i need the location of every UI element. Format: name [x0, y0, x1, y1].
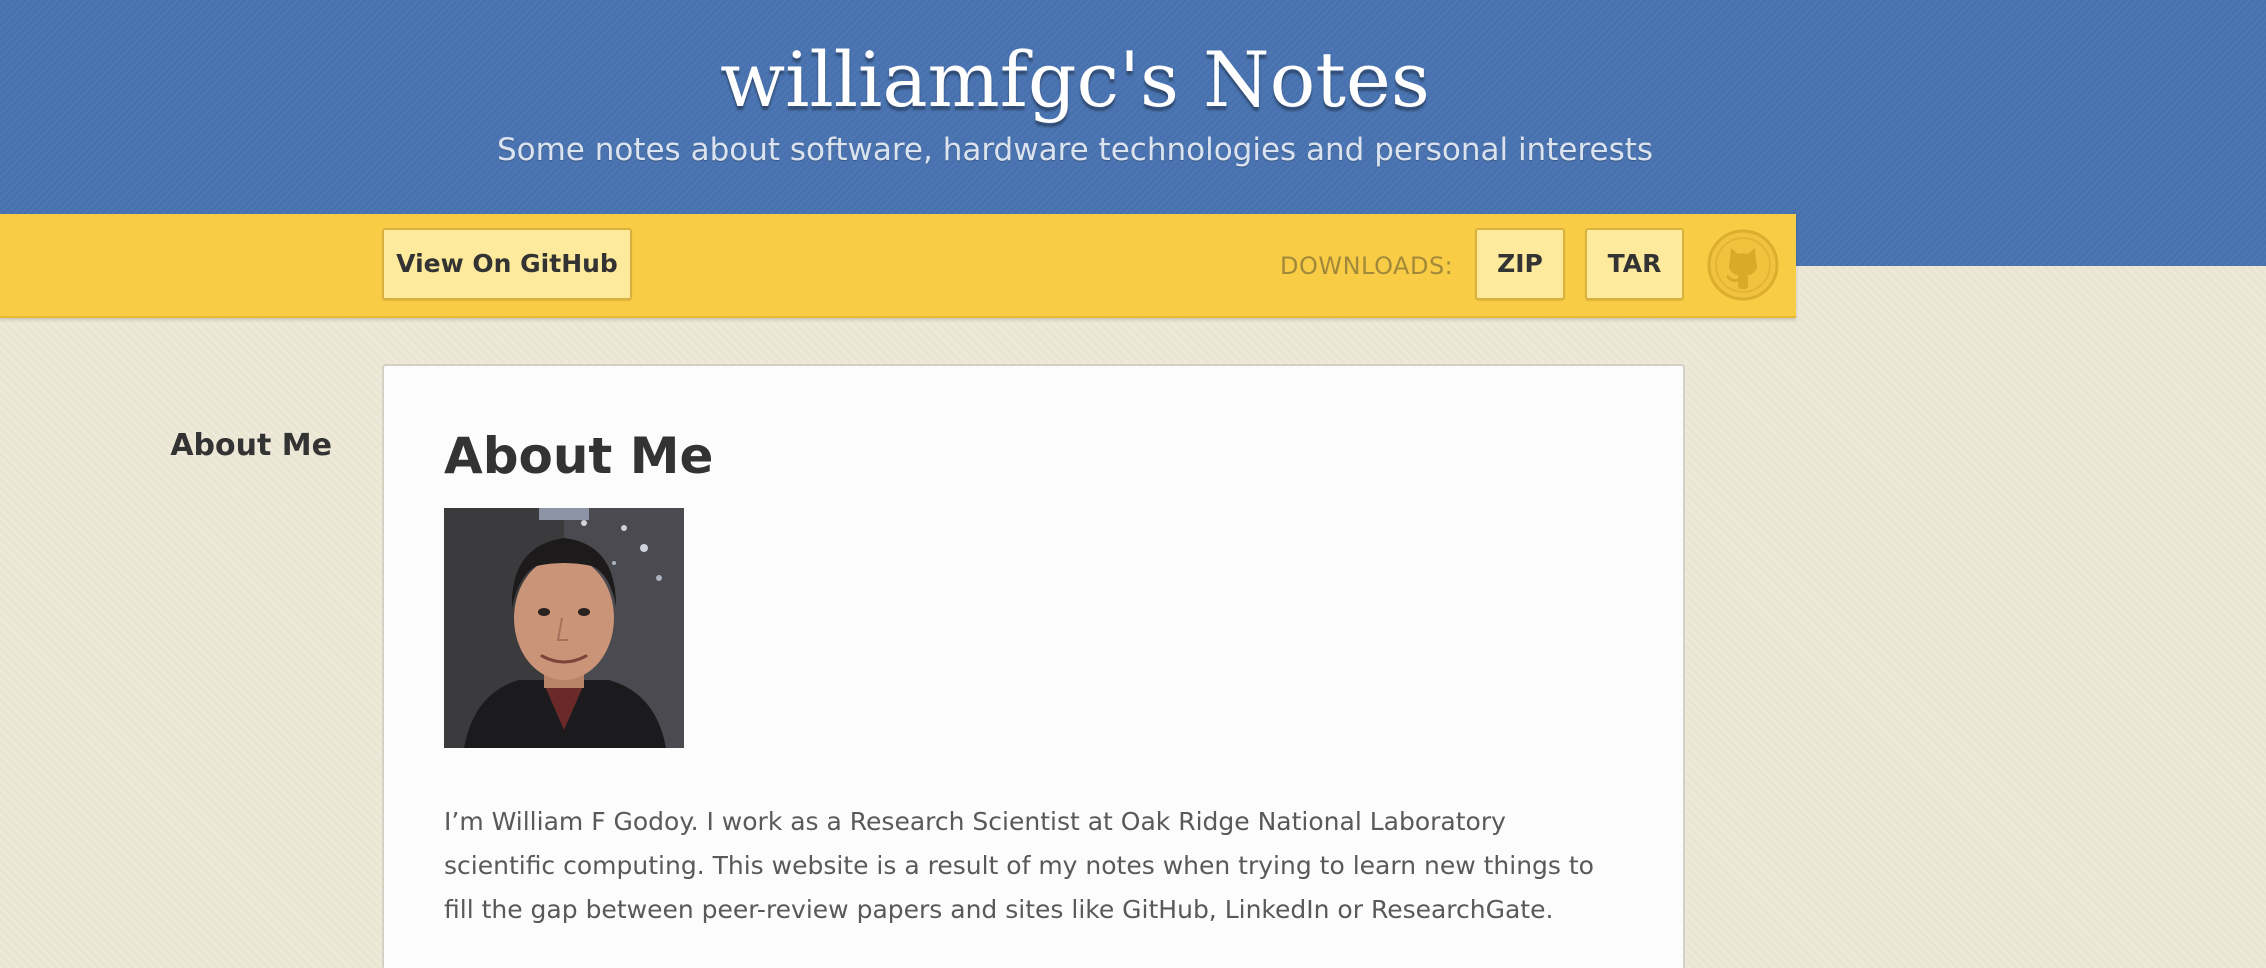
github-octocat-icon[interactable] — [1706, 228, 1780, 302]
bio-text: I’m William F Godoy. I work as a Researc… — [444, 807, 1594, 924]
sidebar-item-about-me[interactable]: About Me — [150, 424, 332, 468]
download-tar-button[interactable]: TAR — [1585, 228, 1684, 300]
page-title: About Me — [444, 427, 714, 485]
content-card: About Me I’m William F Godoy. I work as … — [382, 364, 1685, 968]
downloads-label: DOWNLOADS: — [1280, 252, 1454, 280]
download-zip-button[interactable]: ZIP — [1475, 228, 1565, 300]
profile-photo — [444, 508, 684, 748]
site-title: williamfgc's Notes — [720, 35, 1430, 124]
toolbar: View On GitHub DOWNLOADS: ZIP TAR — [0, 214, 1796, 318]
view-on-github-button[interactable]: View On GitHub — [382, 228, 632, 300]
site-tagline: Some notes about software, hardware tech… — [496, 132, 1654, 168]
